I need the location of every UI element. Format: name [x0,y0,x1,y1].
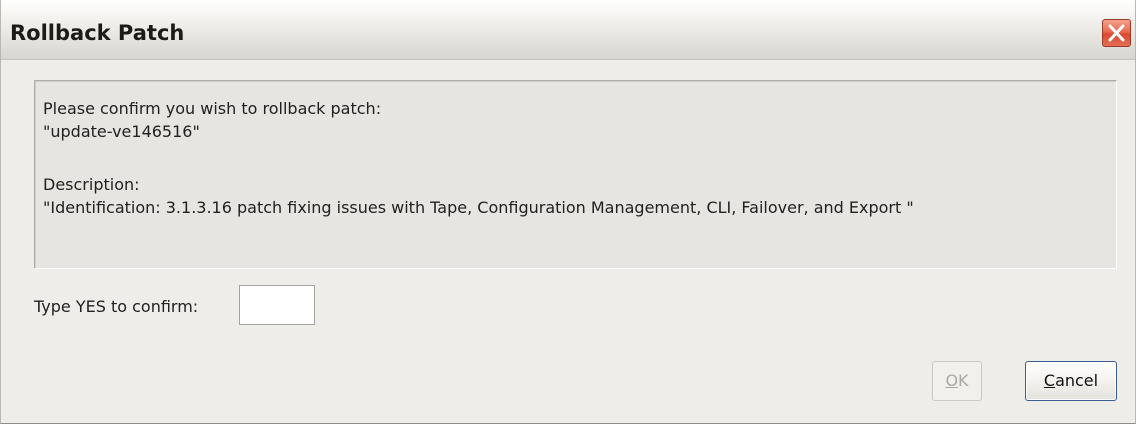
ok-label-rest: K [958,371,969,390]
cancel-label-rest: ancel [1055,371,1099,390]
close-button[interactable] [1102,19,1131,47]
patch-name-text: "update-ve146516" [43,122,200,141]
cancel-mnemonic: C [1043,371,1056,390]
confirm-field-label: Type YES to confirm: [34,297,199,316]
message-panel: Please confirm you wish to rollback patc… [34,80,1117,269]
description-text: "Identification: 3.1.3.16 patch fixing i… [43,198,914,217]
title-bar[interactable]: Rollback Patch [1,0,1135,60]
description-label: Description: [43,175,140,194]
rollback-patch-dialog: Rollback Patch Please confirm you wish t… [0,0,1136,424]
close-icon [1108,24,1125,42]
cancel-button[interactable]: Cancel [1025,361,1117,401]
ok-mnemonic: O [945,371,959,390]
confirm-input[interactable] [239,285,315,325]
ok-button[interactable]: OK [932,361,982,401]
confirm-prompt-text: Please confirm you wish to rollback patc… [43,99,382,118]
dialog-title: Rollback Patch [10,21,185,45]
